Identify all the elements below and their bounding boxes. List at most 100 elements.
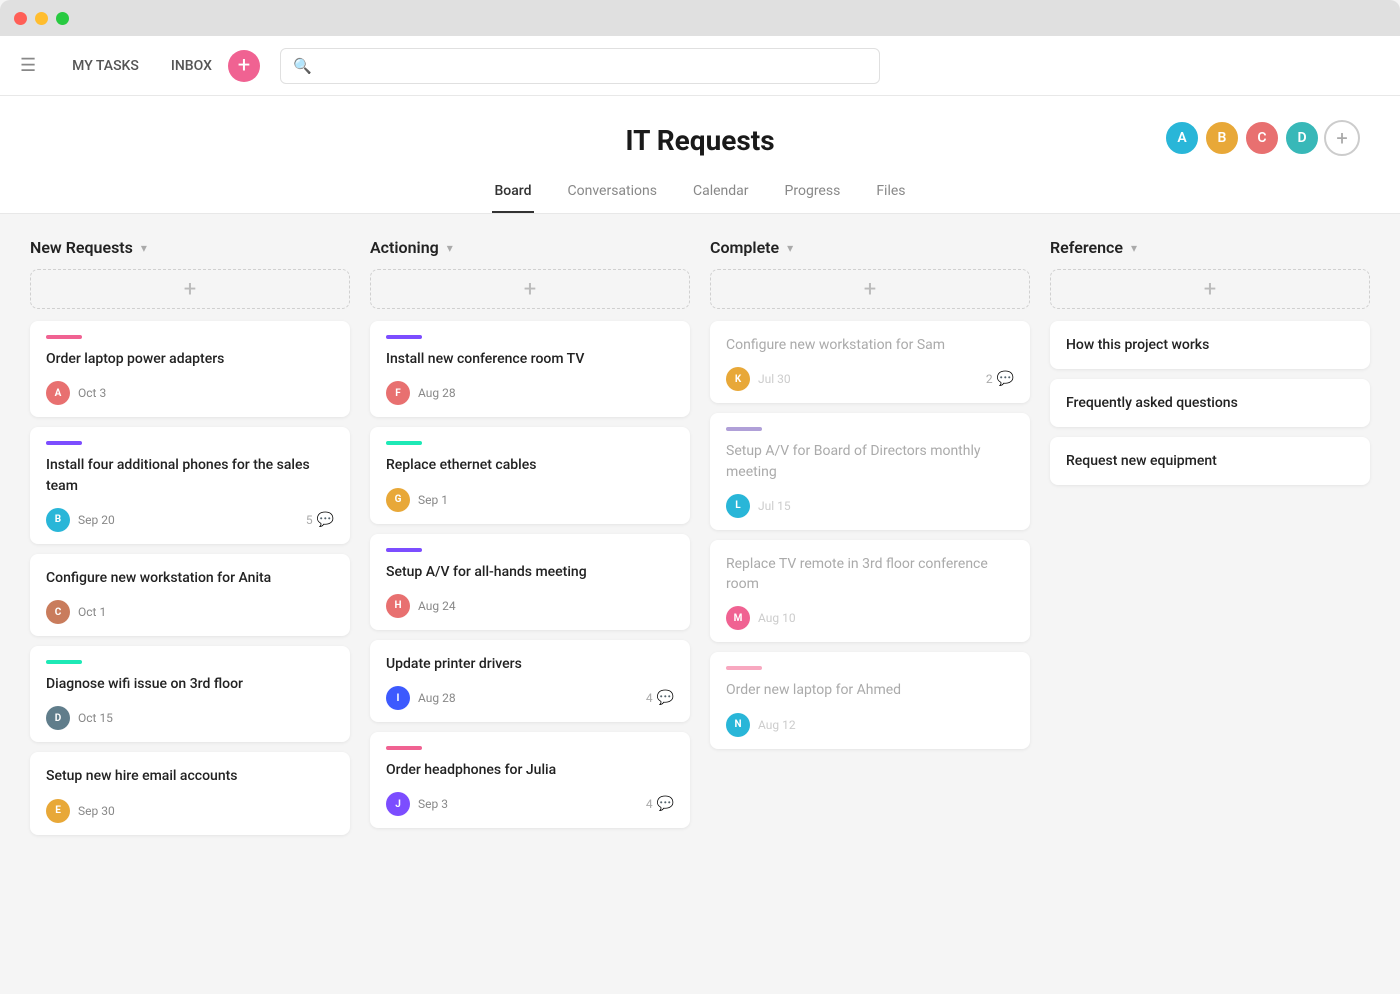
card-tv-remote[interactable]: Replace TV remote in 3rd floor conferenc…	[710, 540, 1030, 643]
card-install-phones[interactable]: Install four additional phones for the s…	[30, 427, 350, 544]
search-bar[interactable]: 🔍	[280, 48, 880, 84]
card-av-allhands[interactable]: Setup A/V for all-hands meeting H Aug 24	[370, 534, 690, 630]
search-input[interactable]	[320, 58, 867, 74]
card-date: Aug 28	[418, 386, 456, 400]
card-comments: 4 💬	[646, 690, 674, 706]
card-conference-tv[interactable]: Install new conference room TV F Aug 28	[370, 321, 690, 417]
add-card-complete[interactable]: +	[710, 269, 1030, 309]
minimize-button[interactable]	[35, 12, 48, 25]
page-header: IT Requests A B C D + Board Conversation…	[0, 96, 1400, 214]
chevron-down-icon[interactable]: ▾	[141, 241, 147, 255]
column-new-requests: New Requests ▾ + Order laptop power adap…	[30, 238, 350, 970]
chevron-down-icon[interactable]: ▾	[447, 241, 453, 255]
card-title: Setup A/V for Board of Directors monthly…	[726, 441, 1014, 482]
avatar: M	[726, 606, 750, 630]
add-card-new-requests[interactable]: +	[30, 269, 350, 309]
card-date: Aug 10	[758, 611, 796, 625]
hamburger-icon[interactable]: ☰	[20, 55, 36, 76]
card-workstation-sam[interactable]: Configure new workstation for Sam K Jul …	[710, 321, 1030, 403]
card-meta: F Aug 28	[386, 381, 674, 405]
card-meta: C Oct 1	[46, 600, 334, 624]
search-icon: 🔍	[293, 57, 312, 75]
card-accent	[386, 335, 422, 339]
card-title: Order new laptop for Ahmed	[726, 680, 1014, 700]
avatar: G	[386, 488, 410, 512]
card-meta: J Sep 3 4 💬	[386, 792, 674, 816]
card-accent	[386, 548, 422, 552]
card-date: Jul 15	[758, 499, 791, 513]
card-title: Configure new workstation for Sam	[726, 335, 1014, 355]
tab-board[interactable]: Board	[492, 173, 533, 213]
ref-card-faq[interactable]: Frequently asked questions	[1050, 379, 1370, 427]
board: New Requests ▾ + Order laptop power adap…	[0, 214, 1400, 994]
card-date: Jul 30	[758, 372, 791, 386]
card-meta: N Aug 12	[726, 713, 1014, 737]
card-title: Order headphones for Julia	[386, 760, 674, 780]
avatar: I	[386, 686, 410, 710]
card-title: Diagnose wifi issue on 3rd floor	[46, 674, 334, 694]
tab-progress[interactable]: Progress	[783, 173, 843, 213]
card-workstation-anita[interactable]: Configure new workstation for Anita C Oc…	[30, 554, 350, 636]
card-headphones-julia[interactable]: Order headphones for Julia J Sep 3 4 💬	[370, 732, 690, 828]
card-date: Sep 30	[78, 804, 115, 818]
card-title: Install four additional phones for the s…	[46, 455, 334, 496]
card-comments: 4 💬	[646, 796, 674, 812]
comment-count: 5	[306, 513, 313, 527]
close-button[interactable]	[14, 12, 27, 25]
card-email-accounts[interactable]: Setup new hire email accounts E Sep 30	[30, 752, 350, 834]
card-title: Order laptop power adapters	[46, 349, 334, 369]
avatar: A	[46, 381, 70, 405]
column-header-actioning: Actioning ▾	[370, 238, 690, 257]
avatar[interactable]: B	[1204, 120, 1240, 156]
avatar: E	[46, 799, 70, 823]
column-title-complete: Complete	[710, 238, 779, 257]
card-meta: M Aug 10	[726, 606, 1014, 630]
tab-calendar[interactable]: Calendar	[691, 173, 751, 213]
card-meta: E Sep 30	[46, 799, 334, 823]
inbox-nav[interactable]: INBOX	[155, 58, 228, 74]
card-title: Setup A/V for all-hands meeting	[386, 562, 674, 582]
card-accent	[386, 441, 422, 445]
column-actioning: Actioning ▾ + Install new conference roo…	[370, 238, 690, 970]
comment-icon: 💬	[657, 690, 674, 706]
ref-card-request-equipment[interactable]: Request new equipment	[1050, 437, 1370, 485]
avatar[interactable]: A	[1164, 120, 1200, 156]
add-member-button[interactable]: +	[1324, 120, 1360, 156]
card-meta: G Sep 1	[386, 488, 674, 512]
tab-conversations[interactable]: Conversations	[566, 173, 659, 213]
chevron-down-icon[interactable]: ▾	[1131, 241, 1137, 255]
card-order-laptop-adapters[interactable]: Order laptop power adapters A Oct 3	[30, 321, 350, 417]
tab-files[interactable]: Files	[874, 173, 907, 213]
card-accent	[386, 746, 422, 750]
comment-icon: 💬	[317, 512, 334, 528]
card-date: Sep 1	[418, 493, 448, 507]
ref-card-how-project-works[interactable]: How this project works	[1050, 321, 1370, 369]
card-accent	[726, 427, 762, 431]
avatar: J	[386, 792, 410, 816]
avatar[interactable]: D	[1284, 120, 1320, 156]
card-title: Setup new hire email accounts	[46, 766, 334, 786]
add-button[interactable]: +	[228, 50, 260, 82]
card-date: Oct 3	[78, 386, 106, 400]
card-wifi-issue[interactable]: Diagnose wifi issue on 3rd floor D Oct 1…	[30, 646, 350, 742]
card-meta: H Aug 24	[386, 594, 674, 618]
card-date: Aug 12	[758, 718, 796, 732]
card-date: Oct 15	[78, 711, 113, 725]
my-tasks-nav[interactable]: MY TASKS	[56, 58, 155, 74]
window-chrome	[0, 0, 1400, 36]
member-avatars: A B C D +	[1164, 120, 1360, 156]
add-card-actioning[interactable]: +	[370, 269, 690, 309]
maximize-button[interactable]	[56, 12, 69, 25]
card-ethernet-cables[interactable]: Replace ethernet cables G Sep 1	[370, 427, 690, 523]
column-complete: Complete ▾ + Configure new workstation f…	[710, 238, 1030, 970]
card-meta: K Jul 30 2 💬	[726, 367, 1014, 391]
card-date: Aug 24	[418, 599, 456, 613]
card-laptop-ahmed[interactable]: Order new laptop for Ahmed N Aug 12	[710, 652, 1030, 748]
chevron-down-icon[interactable]: ▾	[787, 241, 793, 255]
add-card-reference[interactable]: +	[1050, 269, 1370, 309]
card-av-board[interactable]: Setup A/V for Board of Directors monthly…	[710, 413, 1030, 530]
card-printer-drivers[interactable]: Update printer drivers I Aug 28 4 💬	[370, 640, 690, 722]
card-date: Oct 1	[78, 605, 106, 619]
avatar[interactable]: C	[1244, 120, 1280, 156]
comment-count: 4	[646, 797, 653, 811]
